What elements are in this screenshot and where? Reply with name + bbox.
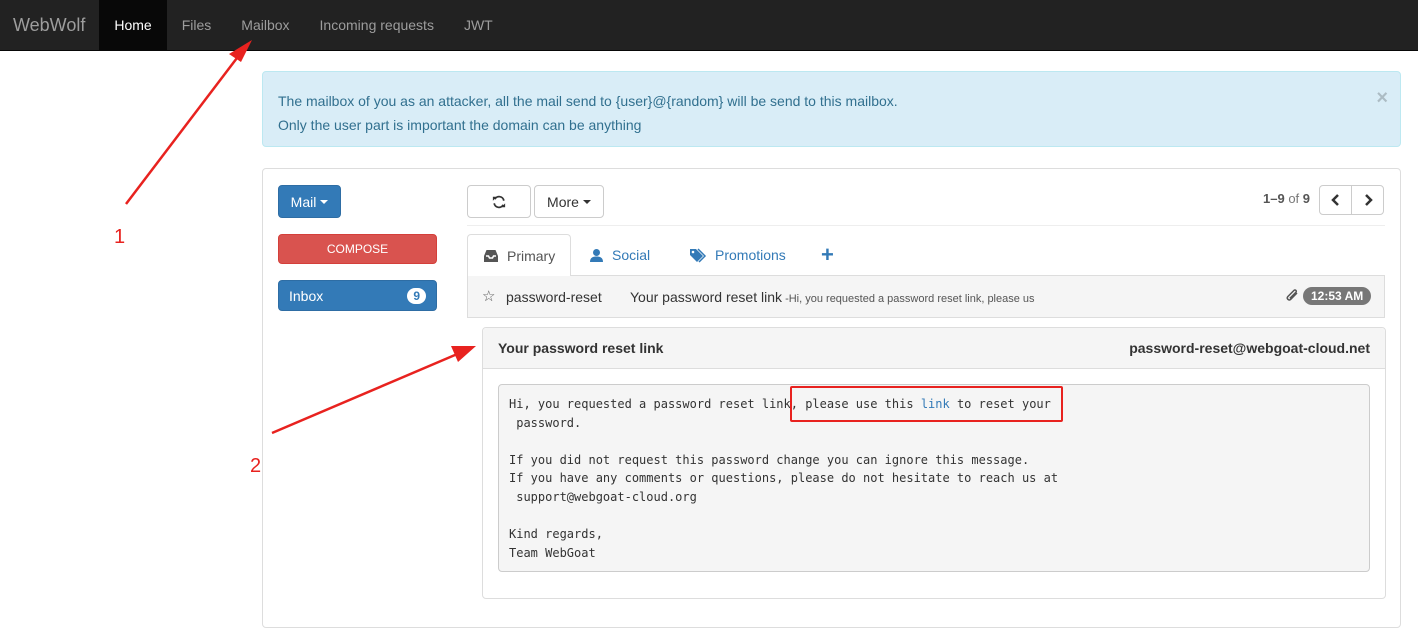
message-subject: Your password reset link — [498, 340, 664, 356]
message-detail: Your password reset link password-reset@… — [482, 327, 1386, 599]
inbox-button[interactable]: Inbox 9 — [278, 280, 437, 311]
nav-jwt[interactable]: JWT — [449, 0, 508, 50]
pager-range: 1–9 — [1263, 191, 1285, 206]
caret-down-icon — [582, 199, 591, 204]
message-from: password-reset@webgoat-cloud.net — [1129, 340, 1370, 356]
inbox-count-badge: 9 — [407, 287, 426, 304]
annotation-highlight-box — [790, 386, 1063, 422]
paperclip-icon — [1286, 289, 1298, 301]
tab-social[interactable]: Social — [589, 234, 650, 276]
inbox-label: Inbox — [289, 287, 324, 304]
refresh-icon — [492, 195, 506, 208]
top-navbar: WebWolf Home Files Mailbox Incoming requ… — [0, 0, 1418, 51]
info-alert: The mailbox of you as an attacker, all t… — [262, 71, 1401, 147]
tab-primary[interactable]: Primary — [467, 234, 571, 277]
pager-of: of — [1288, 191, 1300, 206]
more-dropdown-button[interactable]: More — [534, 185, 604, 218]
mail-dropdown-button[interactable]: Mail — [278, 185, 341, 218]
nav-home[interactable]: Home — [99, 0, 167, 50]
toolbar-divider — [467, 225, 1385, 226]
mail-list-item[interactable]: ☆ password-reset Your password reset lin… — [467, 276, 1385, 318]
compose-button[interactable]: COMPOSE — [278, 234, 437, 264]
message-header: Your password reset link password-reset@… — [483, 328, 1385, 369]
tab-social-label: Social — [612, 247, 651, 263]
mail-time-badge: 12:53 AM — [1303, 287, 1372, 305]
alert-line-2: Only the user part is important the doma… — [278, 117, 642, 133]
tab-promotions-label: Promotions — [715, 247, 786, 263]
annotation-label-2: 2 — [250, 455, 262, 477]
alert-line-1: The mailbox of you as an attacker, all t… — [278, 93, 898, 109]
more-button-label: More — [547, 193, 579, 210]
mail-subject-preview: Your password reset link -Hi, you reques… — [630, 289, 1035, 305]
brand-logo[interactable]: WebWolf — [0, 0, 99, 50]
nav-incoming-requests[interactable]: Incoming requests — [305, 0, 449, 50]
nav-mailbox[interactable]: Mailbox — [226, 0, 304, 50]
caret-down-icon — [320, 199, 329, 204]
mail-preview: -Hi, you requested a password reset link… — [782, 293, 1035, 305]
close-icon[interactable]: × — [1376, 86, 1388, 110]
previous-page-button[interactable] — [1319, 185, 1352, 215]
mail-tabs: Primary Social Promotions + — [467, 234, 1385, 277]
pager-text: 1–9 of 9 — [1263, 191, 1310, 206]
chevron-right-icon — [1364, 194, 1373, 206]
mail-button-label: Mail — [290, 193, 317, 210]
nav-files[interactable]: Files — [167, 0, 227, 50]
chevron-left-icon — [1330, 194, 1339, 206]
tab-primary-label: Primary — [507, 247, 556, 264]
user-icon — [590, 248, 603, 262]
tag-icon — [690, 247, 707, 263]
pager-total: 9 — [1302, 191, 1311, 206]
tab-promotions[interactable]: Promotions — [689, 234, 786, 276]
tab-add[interactable]: + — [821, 234, 834, 276]
inbox-icon — [484, 249, 498, 262]
refresh-button[interactable] — [467, 185, 531, 218]
plus-icon: + — [821, 242, 834, 267]
mail-subject: Your password reset link — [630, 289, 783, 305]
annotation-label-1: 1 — [114, 226, 126, 248]
mail-sender: password-reset — [506, 289, 602, 305]
star-icon[interactable]: ☆ — [482, 287, 495, 305]
next-page-button[interactable] — [1351, 185, 1384, 215]
